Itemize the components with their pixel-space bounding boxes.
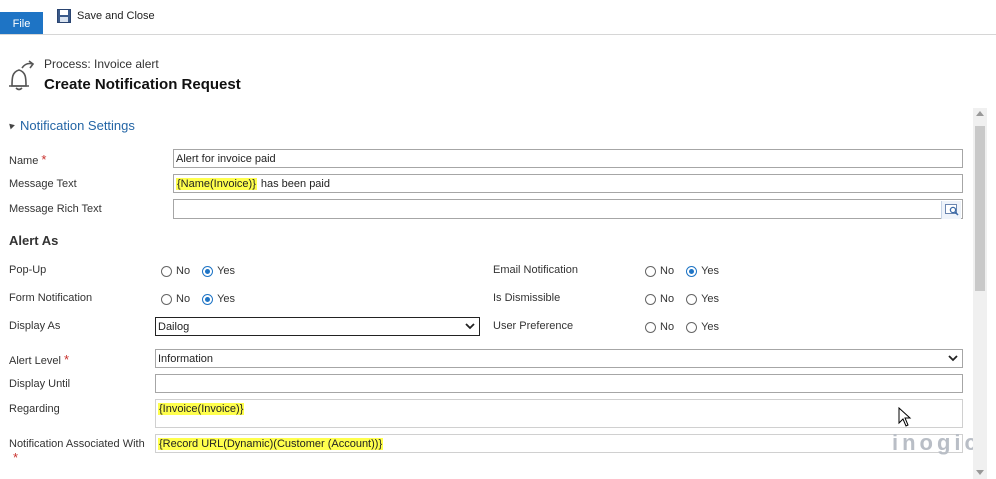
message-text-input[interactable]: {Name(Invoice)} has been paid	[173, 174, 963, 193]
notification-associated-input[interactable]: {Record URL(Dynamic)(Customer (Account))…	[155, 434, 963, 453]
user-preference-radio-group: No Yes	[645, 321, 731, 333]
is-dismissible-label: Is Dismissible	[493, 292, 561, 304]
bell-share-icon	[9, 60, 35, 91]
inogic-watermark-logo: inogic	[892, 430, 981, 455]
is-dismissible-radio-group: No Yes	[645, 293, 731, 305]
email-notification-label: Email Notification	[493, 264, 578, 276]
popup-label: Pop-Up	[9, 264, 47, 276]
magnifier-icon	[944, 204, 959, 216]
save-icon	[57, 9, 71, 23]
alert-level-value: Information	[158, 352, 214, 365]
popup-radio-group: No Yes	[161, 265, 247, 277]
required-marker: *	[41, 152, 47, 167]
process-label: Process: Invoice alert	[44, 57, 159, 71]
message-text-label: Message Text	[9, 178, 77, 190]
chevron-down-icon	[465, 323, 475, 330]
section-title: Notification Settings	[20, 118, 135, 133]
regarding-token: {Invoice(Invoice)}	[158, 403, 245, 415]
scroll-up-arrow-icon[interactable]	[976, 111, 984, 116]
save-and-close-label: Save and Close	[77, 10, 155, 22]
display-until-label: Display Until	[9, 378, 71, 390]
toolbar-divider	[0, 34, 996, 35]
regarding-input[interactable]: {Invoice(Invoice)}	[155, 399, 963, 428]
required-marker: *	[13, 450, 19, 465]
form-notification-label: Form Notification	[9, 292, 93, 304]
mouse-cursor-icon	[898, 407, 912, 427]
chevron-down-icon	[948, 355, 958, 362]
message-rich-text-input[interactable]	[173, 199, 963, 219]
preference-no-option[interactable]: No	[645, 321, 674, 333]
form-no-option[interactable]: No	[161, 293, 190, 305]
display-as-label: Display As	[9, 320, 61, 332]
display-as-value: Dailog	[158, 320, 190, 333]
name-input[interactable]: Alert for invoice paid	[173, 149, 963, 168]
dismissible-yes-option[interactable]: Yes	[686, 293, 719, 305]
page-title: Create Notification Request	[44, 76, 241, 93]
scroll-down-arrow-icon[interactable]	[976, 470, 984, 475]
associated-token: {Record URL(Dynamic)(Customer (Account))…	[158, 437, 384, 450]
dismissible-no-option[interactable]: No	[645, 293, 674, 305]
collapse-triangle-icon	[7, 121, 15, 130]
file-button[interactable]: File	[0, 12, 43, 35]
display-until-input[interactable]	[155, 374, 963, 393]
section-notification-settings[interactable]: Notification Settings	[7, 118, 135, 133]
email-yes-option[interactable]: Yes	[686, 265, 719, 277]
alert-as-heading: Alert As	[9, 233, 59, 248]
message-suffix: has been paid	[260, 177, 330, 190]
message-token: {Name(Invoice)}	[176, 177, 257, 190]
form-yes-option[interactable]: Yes	[202, 293, 235, 305]
user-preference-label: User Preference	[493, 320, 574, 332]
message-rich-text-label: Message Rich Text	[9, 203, 102, 215]
popup-yes-option[interactable]: Yes	[202, 265, 235, 277]
alert-level-select[interactable]: Information	[155, 349, 963, 368]
scrollbar-thumb[interactable]	[975, 126, 985, 291]
regarding-label: Regarding	[9, 403, 60, 415]
email-notification-radio-group: No Yes	[645, 265, 731, 277]
name-label: Name *	[9, 152, 47, 167]
alert-level-label: Alert Level *	[9, 352, 70, 367]
rich-text-editor-button[interactable]	[941, 201, 961, 219]
display-as-select[interactable]: Dailog	[155, 317, 480, 336]
popup-no-option[interactable]: No	[161, 265, 190, 277]
required-marker: *	[64, 352, 70, 367]
form-notification-radio-group: No Yes	[161, 293, 247, 305]
notification-associated-label: Notification Associated With	[9, 438, 145, 450]
save-and-close-button[interactable]: Save and Close	[57, 7, 155, 25]
email-no-option[interactable]: No	[645, 265, 674, 277]
name-value: Alert for invoice paid	[176, 152, 276, 165]
preference-yes-option[interactable]: Yes	[686, 321, 719, 333]
